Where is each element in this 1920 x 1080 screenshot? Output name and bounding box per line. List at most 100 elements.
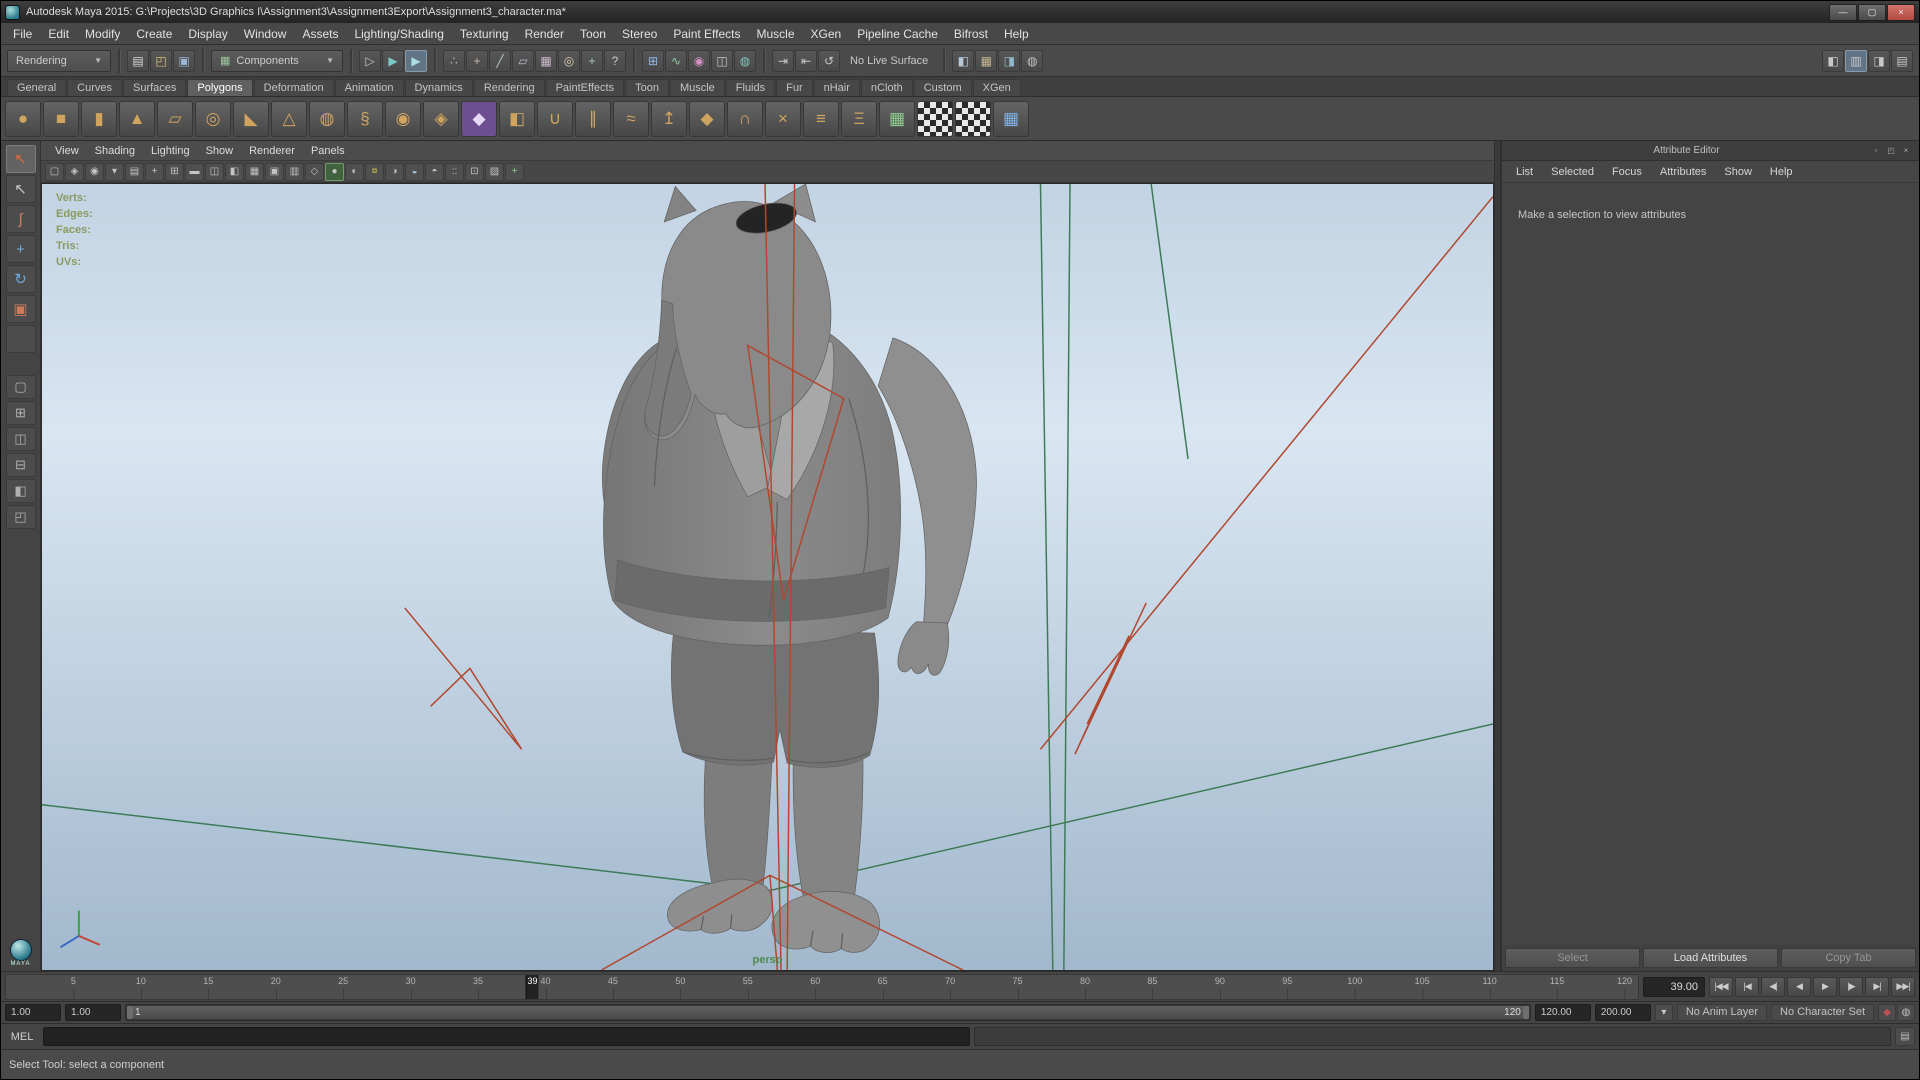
animation-end-field[interactable]: 200.00 — [1595, 1004, 1651, 1021]
menu-modify[interactable]: Modify — [77, 24, 128, 44]
timeline-frame-10[interactable]: 10 — [136, 976, 146, 1000]
poly-separate-icon[interactable]: ∥ — [575, 101, 611, 137]
timeline-frame-115[interactable]: 115 — [1550, 976, 1564, 1000]
layout-three-pane[interactable]: ◰ — [6, 505, 36, 529]
input-connections-icon[interactable]: ⇥ — [772, 50, 794, 72]
output-connections-icon[interactable]: ⇤ — [795, 50, 817, 72]
bookmarks-icon[interactable]: ▾ — [105, 163, 124, 181]
menu-muscle[interactable]: Muscle — [749, 24, 803, 44]
last-tool-slot[interactable] — [6, 325, 36, 353]
step-forward-key-button[interactable]: |▶ — [1839, 977, 1863, 997]
multisample-icon[interactable]: :: — [445, 163, 464, 181]
shelf-tab-dynamics[interactable]: Dynamics — [405, 79, 473, 96]
play-backwards-button[interactable]: ◀ — [1787, 977, 1811, 997]
poly-prism-icon[interactable]: ◣ — [233, 101, 269, 137]
save-scene-icon[interactable]: ▣ — [173, 50, 195, 72]
shadows-icon[interactable]: ◑ — [385, 163, 404, 181]
move-tool[interactable]: + — [6, 235, 36, 263]
poly-cylinder-icon[interactable]: ▮ — [81, 101, 117, 137]
animation-start-field[interactable]: 1.00 — [5, 1004, 61, 1021]
ae-dock-icon[interactable]: ▫ — [1869, 144, 1883, 158]
toggle-channel-box-icon[interactable]: ▤ — [1891, 50, 1913, 72]
ipr-render-icon[interactable]: ◨ — [998, 50, 1020, 72]
select-points-icon[interactable]: ∴ — [443, 50, 465, 72]
poly-helix-icon[interactable]: § — [347, 101, 383, 137]
layout-hypershade-persp[interactable]: ◧ — [6, 479, 36, 503]
current-frame-marker[interactable]: 39 — [526, 975, 539, 999]
timeline-frame-15[interactable]: 15 — [203, 976, 213, 1000]
timeline-frame-100[interactable]: 100 — [1347, 976, 1362, 1000]
timeline-frame-95[interactable]: 95 — [1282, 976, 1292, 1000]
viewport-3d-render[interactable] — [42, 184, 1493, 970]
poly-torus-icon[interactable]: ◎ — [195, 101, 231, 137]
safe-title-icon[interactable]: ▥ — [285, 163, 304, 181]
grid-toggle-icon[interactable]: ⊞ — [165, 163, 184, 181]
current-frame-field[interactable]: 39.00 — [1643, 977, 1705, 997]
poly-pipe-icon[interactable]: ◍ — [309, 101, 345, 137]
motion-blur-icon[interactable]: ◓ — [425, 163, 444, 181]
snap-to-grids-icon[interactable]: ⊞ — [642, 50, 664, 72]
auto-keyframe-icon[interactable]: ◆ — [1878, 1004, 1896, 1021]
safe-action-icon[interactable]: ▣ — [265, 163, 284, 181]
pane-divider[interactable] — [1494, 141, 1501, 971]
selection-mode-dropdown[interactable]: ▦ Components ▼ — [211, 50, 343, 72]
resolution-gate-icon[interactable]: ◫ — [205, 163, 224, 181]
poly-cone-icon[interactable]: ▲ — [119, 101, 155, 137]
select-hulls-icon[interactable]: ▦ — [535, 50, 557, 72]
shelf-tab-painteffects[interactable]: PaintEffects — [546, 79, 625, 96]
insert-edge-loop-icon[interactable]: ≡ — [803, 101, 839, 137]
timeline-strip[interactable]: 39 5101520253035404550556065707580859095… — [5, 974, 1639, 1000]
ae-menu-attributes[interactable]: Attributes — [1652, 164, 1714, 180]
panel-menu-renderer[interactable]: Renderer — [241, 143, 303, 159]
ae-float-icon[interactable]: ◰ — [1884, 144, 1898, 158]
shelf-tab-curves[interactable]: Curves — [67, 79, 122, 96]
panel-menu-panels[interactable]: Panels — [303, 143, 353, 159]
close-button[interactable]: × — [1887, 4, 1915, 21]
make-live-icon[interactable]: ◍ — [734, 50, 756, 72]
step-back-key-button[interactable]: ◀| — [1761, 977, 1785, 997]
step-back-frame-button[interactable]: |◀ — [1735, 977, 1759, 997]
character-set-selector[interactable]: No Character Set — [1771, 1004, 1874, 1021]
lock-camera-icon[interactable]: ◈ — [65, 163, 84, 181]
shelf-tab-custom[interactable]: Custom — [914, 79, 972, 96]
panel-menu-show[interactable]: Show — [198, 143, 242, 159]
menu-assets[interactable]: Assets — [294, 24, 346, 44]
quad-draw-icon[interactable]: ▦ — [879, 101, 915, 137]
menu-file[interactable]: File — [5, 24, 40, 44]
timeline-frame-65[interactable]: 65 — [878, 976, 888, 1000]
play-forwards-button[interactable]: ▶ — [1813, 977, 1837, 997]
ssao-icon[interactable]: ◒ — [405, 163, 424, 181]
toggle-modeling-toolkit-icon[interactable]: ◧ — [1822, 50, 1844, 72]
menu-bifrost[interactable]: Bifrost — [946, 24, 996, 44]
menu-help[interactable]: Help — [996, 24, 1037, 44]
timeline-frame-85[interactable]: 85 — [1147, 976, 1157, 1000]
script-editor-icon[interactable]: ▤ — [1895, 1027, 1915, 1046]
construction-history-icon[interactable]: ↺ — [818, 50, 840, 72]
menu-edit[interactable]: Edit — [40, 24, 77, 44]
menu-lighting-shading[interactable]: Lighting/Shading — [346, 24, 451, 44]
range-slider-handle[interactable]: 1 120 — [127, 1006, 1529, 1019]
rotate-tool[interactable]: ↻ — [6, 265, 36, 293]
select-by-component-icon[interactable]: ▶ — [405, 50, 427, 72]
menu-pipeline-cache[interactable]: Pipeline Cache — [849, 24, 946, 44]
timeline-frame-45[interactable]: 45 — [608, 976, 618, 1000]
timeline-frame-5[interactable]: 5 — [71, 976, 76, 1000]
anim-layer-menu-icon[interactable]: ▾ — [1655, 1004, 1673, 1021]
paint-select-tool[interactable]: ∫ — [6, 205, 36, 233]
select-pivots-icon[interactable]: ◎ — [558, 50, 580, 72]
multi-cut-icon[interactable]: × — [765, 101, 801, 137]
shelf-tab-surfaces[interactable]: Surfaces — [123, 79, 186, 96]
gate-mask-icon[interactable]: ◧ — [225, 163, 244, 181]
timeline-frame-50[interactable]: 50 — [675, 976, 685, 1000]
open-scene-icon[interactable]: ◰ — [150, 50, 172, 72]
shelf-tab-deformation[interactable]: Deformation — [254, 79, 334, 96]
poly-plane-icon[interactable]: ▱ — [157, 101, 193, 137]
poly-soccer-ball-icon[interactable]: ◉ — [385, 101, 421, 137]
toggle-attribute-editor-icon[interactable]: ▥ — [1845, 50, 1867, 72]
timeline-frame-55[interactable]: 55 — [743, 976, 753, 1000]
mirror-geometry-icon[interactable]: ◧ — [499, 101, 535, 137]
ae-menu-show[interactable]: Show — [1716, 164, 1760, 180]
viewport-canvas[interactable]: Verts:Edges:Faces:Tris:UVs: persp — [41, 183, 1494, 971]
poly-extrude-icon[interactable]: ↥ — [651, 101, 687, 137]
shelf-tab-fluids[interactable]: Fluids — [726, 79, 775, 96]
